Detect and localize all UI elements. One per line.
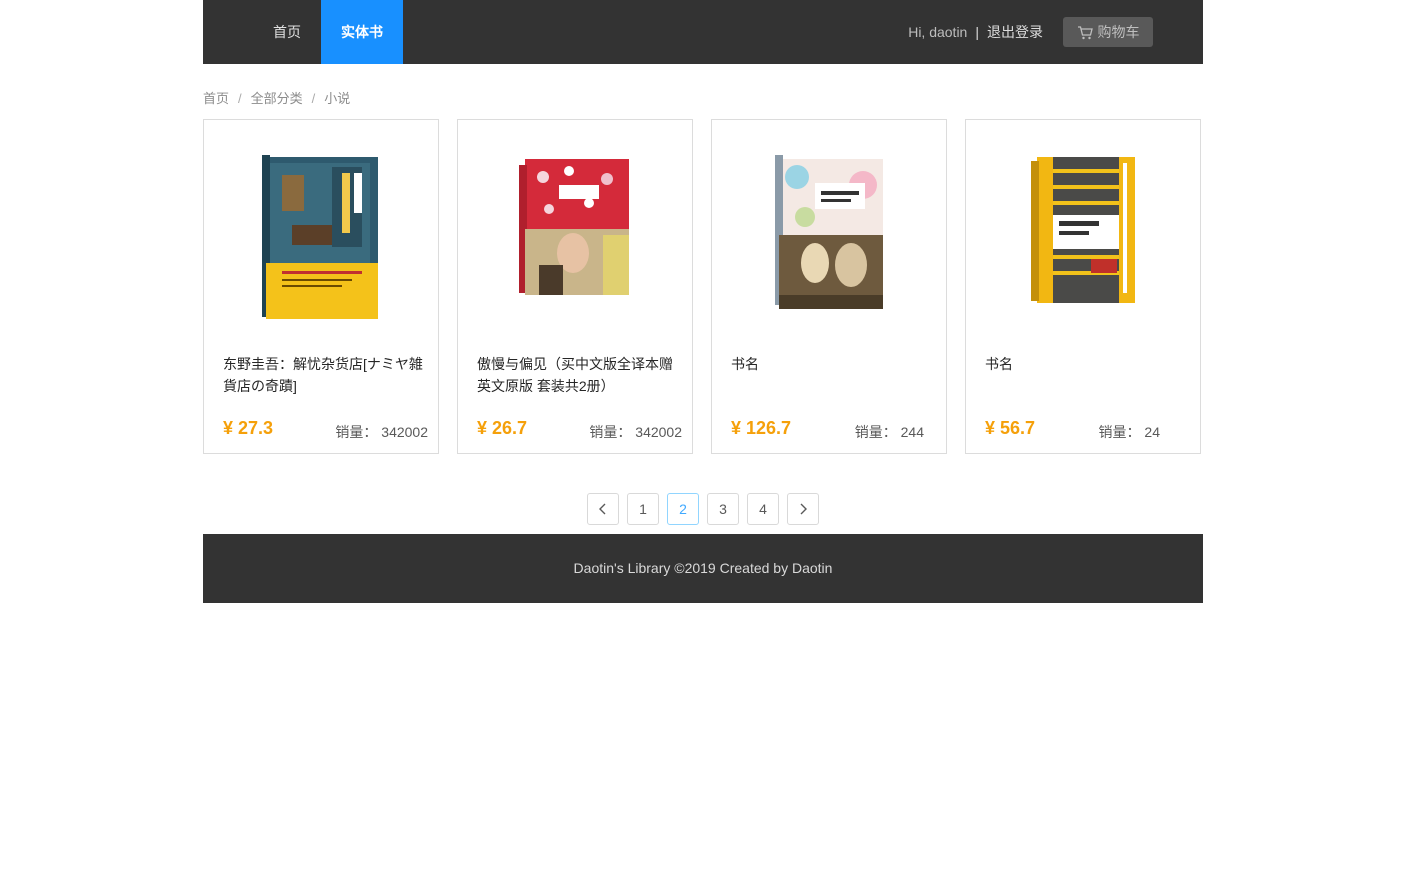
- book-card[interactable]: 东野圭吾：解忧杂货店[ナミヤ雑貨店の奇蹟] ¥ 27.3 销量： 342002: [203, 119, 439, 454]
- user-area: Hi, daotin | 退出登录: [908, 0, 1043, 64]
- breadcrumb: 首页 / 全部分类 / 小说: [203, 90, 350, 108]
- cart-button[interactable]: 购物车: [1063, 17, 1153, 47]
- page-button-4[interactable]: 4: [747, 493, 779, 525]
- book-sales: 销量： 24: [1099, 422, 1160, 442]
- sales-count: 24: [1144, 424, 1160, 440]
- book-price: ¥ 27.3: [223, 418, 274, 438]
- breadcrumb-all-categories[interactable]: 全部分类: [251, 91, 303, 106]
- breadcrumb-separator: /: [238, 91, 242, 106]
- book-sales: 销量： 342002: [335, 422, 428, 442]
- nav-physical-books[interactable]: 实体书: [321, 0, 403, 64]
- page-button-3[interactable]: 3: [707, 493, 739, 525]
- page-button-1[interactable]: 1: [627, 493, 659, 525]
- footer-text: Daotin's Library ©2019 Created by Daotin: [573, 560, 833, 576]
- sales-count: 342002: [635, 424, 682, 440]
- book-cover-image: [262, 155, 378, 319]
- sales-label: 销量：: [1098, 424, 1141, 440]
- footer: Daotin's Library ©2019 Created by Daotin: [203, 534, 1203, 603]
- greeting: Hi, daotin: [908, 24, 968, 40]
- top-nav-bar: 首页 实体书 Hi, daotin | 退出登录 购物车: [203, 0, 1203, 64]
- cart-icon: [1077, 26, 1093, 40]
- sales-count: 342002: [381, 424, 428, 440]
- book-cover-image: [1031, 157, 1135, 303]
- book-card[interactable]: 书名 ¥ 126.7 销量： 244: [711, 119, 947, 454]
- breadcrumb-home[interactable]: 首页: [203, 91, 229, 106]
- book-title[interactable]: 东野圭吾：解忧杂货店[ナミヤ雑貨店の奇蹟]: [223, 353, 423, 397]
- sales-count: 244: [900, 424, 924, 440]
- nav-separator: |: [975, 24, 979, 40]
- book-sales: 销量： 244: [855, 422, 924, 442]
- page-button-2[interactable]: 2: [667, 493, 699, 525]
- breadcrumb-separator: /: [311, 91, 316, 106]
- book-title[interactable]: 书名: [731, 353, 931, 375]
- book-cover-image: [519, 159, 629, 295]
- book-title[interactable]: 傲慢与偏见（买中文版全译本赠英文原版 套装共2册）: [477, 353, 677, 397]
- breadcrumb-current: 小说: [324, 91, 351, 106]
- chevron-right-icon: [800, 503, 807, 515]
- cart-label: 购物车: [1097, 24, 1140, 40]
- prev-page-button[interactable]: [587, 493, 619, 525]
- book-price: ¥ 126.7: [731, 418, 792, 438]
- book-title[interactable]: 书名: [985, 353, 1185, 375]
- sales-label: 销量：: [589, 424, 632, 440]
- book-cover-image: [775, 155, 883, 309]
- book-price: ¥ 56.7: [985, 418, 1036, 438]
- next-page-button[interactable]: [787, 493, 819, 525]
- logout-link[interactable]: 退出登录: [987, 24, 1043, 40]
- book-card[interactable]: 书名 ¥ 56.7 销量： 24: [965, 119, 1201, 454]
- chevron-left-icon: [599, 503, 606, 515]
- book-price: ¥ 26.7: [477, 418, 528, 438]
- sales-label: 销量：: [854, 424, 897, 440]
- book-sales: 销量： 342002: [589, 422, 682, 442]
- book-card[interactable]: 傲慢与偏见（买中文版全译本赠英文原版 套装共2册） ¥ 26.7 销量： 342…: [457, 119, 693, 454]
- nav-home[interactable]: 首页: [255, 0, 319, 64]
- sales-label: 销量：: [335, 424, 378, 440]
